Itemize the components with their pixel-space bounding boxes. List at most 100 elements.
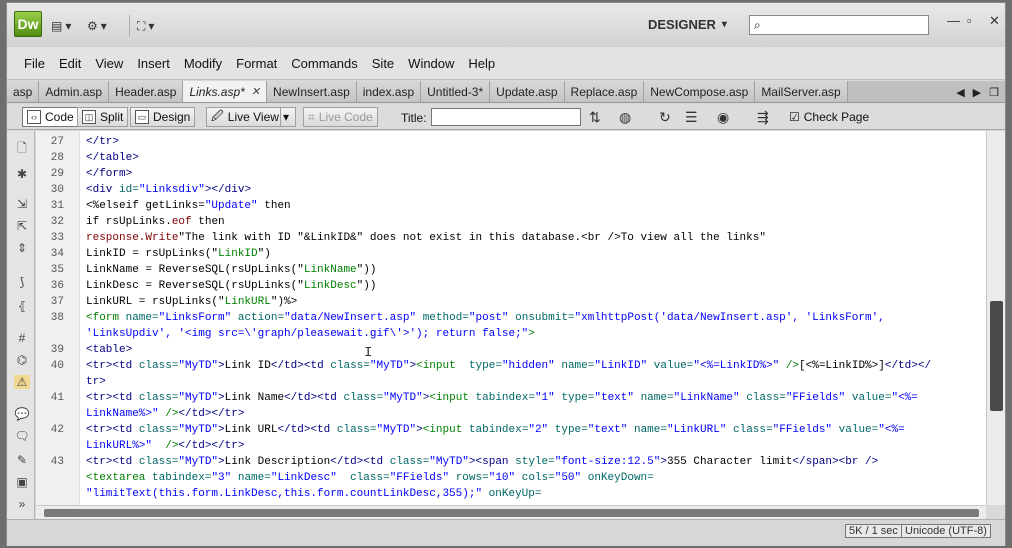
code-token: </table> (86, 152, 139, 164)
code-token: name= (633, 392, 674, 404)
code-token: Link Name (224, 392, 285, 404)
live-code-button[interactable]: ⌗ Live Code (303, 107, 378, 127)
recent-snippets-icon[interactable]: ▣ (14, 475, 30, 489)
select-parent-tag-icon[interactable]: ⟆ (14, 275, 30, 289)
split-view-button[interactable]: ◫ Split (77, 107, 129, 127)
menu-format[interactable]: Format (229, 56, 284, 71)
menu-site[interactable]: Site (365, 56, 401, 71)
balance-braces-icon[interactable]: ⦃ (14, 299, 30, 313)
menu-view[interactable]: View (88, 56, 130, 71)
collapse-selection-icon[interactable]: ⇱ (14, 219, 30, 233)
live-view-options-button[interactable]: ▾ (280, 107, 296, 127)
code-token: <input (429, 392, 476, 404)
preview-browser-icon[interactable]: ◍ (619, 109, 631, 126)
tab-scroll-right-icon[interactable]: ▶ (973, 86, 981, 99)
code-token: "hidden" (501, 360, 555, 372)
code-token: "post" (468, 312, 509, 324)
site-icon: ⛶ (137, 18, 146, 33)
code-text: LinkURL%>" /></td></tr> (86, 438, 244, 454)
design-view-button[interactable]: ▭ Design (130, 107, 196, 127)
code-token: eof (171, 216, 192, 228)
vertical-scrollbar[interactable] (986, 131, 1005, 505)
tab-newinsert-asp[interactable]: NewInsert.asp (267, 81, 357, 102)
restore-document-icon[interactable]: ❐ (989, 86, 999, 99)
search-input[interactable] (764, 18, 915, 32)
layout-button[interactable]: ▤ ▾ (51, 16, 71, 36)
remove-comment-icon[interactable]: 🗨 (14, 429, 30, 443)
menu-commands[interactable]: Commands (284, 56, 364, 71)
code-token: "MyTD" (178, 360, 219, 372)
close-tab-icon[interactable]: ✕ (251, 85, 260, 98)
wrap-tag-icon[interactable]: ✎ (14, 453, 30, 467)
code-token: LinkID (218, 248, 258, 260)
menu-modify[interactable]: Modify (177, 56, 229, 71)
status-bar: 5K / 1 sec Unicode (UTF-8) (7, 519, 1005, 546)
code-token: "Update" (204, 200, 258, 212)
tab-mailserver-asp[interactable]: MailServer.asp (755, 81, 848, 102)
vertical-scroll-thumb[interactable] (990, 301, 1003, 411)
live-view-button[interactable]: 🖉 Live View (206, 107, 284, 127)
encoding-status[interactable]: Unicode (UTF-8) (901, 524, 991, 538)
code-token: class= (336, 424, 377, 436)
menu-help[interactable]: Help (461, 56, 502, 71)
tab-newcompose-asp[interactable]: NewCompose.asp (644, 81, 756, 102)
menu-edit[interactable]: Edit (52, 56, 88, 71)
tab-update-asp[interactable]: Update.asp (490, 81, 565, 102)
code-text: <table> (86, 342, 132, 358)
code-token: LinkURL%>" (86, 440, 153, 452)
tab-asp[interactable]: asp (7, 81, 40, 102)
tab-list: asp Admin.asp Header.asp Links.asp* ✕ NewInse… (7, 81, 848, 102)
code-text: </form> (86, 166, 132, 182)
code-token: <tr><td (86, 360, 139, 372)
code-token: class= (138, 360, 179, 372)
menu-insert[interactable]: Insert (130, 56, 177, 71)
maximize-icon[interactable]: ▫ (967, 13, 972, 28)
highlight-invalid-icon[interactable]: ⌬ (14, 353, 30, 367)
code-token: "FFields" (785, 392, 846, 404)
site-button[interactable]: ⛶ ▾ (137, 16, 154, 36)
code-token: onKeyDown= (581, 472, 654, 484)
document-title-input[interactable] (431, 108, 581, 126)
tab-header-asp[interactable]: Header.asp (109, 81, 184, 102)
code-token: <div (86, 184, 120, 196)
horizontal-scroll-thumb[interactable] (44, 509, 979, 517)
tab-links-asp[interactable]: Links.asp* ✕ (183, 81, 268, 102)
workspace-switcher[interactable]: DESIGNER ▾ (648, 17, 727, 32)
menu-file[interactable]: File (17, 56, 52, 71)
apply-comment-icon[interactable]: 💬 (14, 407, 30, 421)
code-view-button[interactable]: ‹› Code (22, 107, 79, 127)
refresh-icon[interactable]: ↻ (659, 109, 671, 126)
tab-replace-asp[interactable]: Replace.asp (564, 81, 645, 102)
minimize-icon[interactable]: — (947, 13, 960, 28)
tab-label: Header.asp (115, 84, 177, 99)
menu-window[interactable]: Window (401, 56, 461, 71)
file-management-icon[interactable]: ⇅ (589, 109, 601, 126)
close-icon[interactable]: ✕ (989, 13, 1000, 29)
code-editor[interactable]: 27 </tr> 28 </table> 29 </form> 30 <div id="Lin… (36, 131, 986, 505)
line-number: 37 (50, 296, 64, 308)
visual-aids-icon[interactable]: ◉ (717, 109, 729, 126)
extend-button[interactable]: ⚙ ▾ (87, 16, 107, 36)
code-token: > (660, 456, 667, 468)
syntax-error-icon[interactable]: ⚠ (14, 375, 30, 389)
tab-admin-asp[interactable]: Admin.asp (39, 81, 110, 102)
line-number: 43 (50, 456, 64, 468)
show-code-navigator-icon[interactable]: ✱ (14, 167, 30, 181)
chevron-down-icon[interactable]: » (14, 497, 30, 511)
help-search[interactable]: ⌕ (749, 15, 929, 35)
tab-index-asp[interactable]: index.asp (356, 81, 422, 102)
code-token: LinkName = ReverseSQL(rsUpLinks(" (86, 264, 304, 276)
tab-label: Untitled-3* (427, 84, 484, 99)
open-documents-icon[interactable]: 🗋 (14, 141, 30, 155)
expand-all-icon[interactable]: ⇕ (14, 241, 30, 255)
line-numbers-icon[interactable]: # (14, 331, 30, 345)
code-token: "LinkDesc" (270, 472, 337, 484)
code-token: > (218, 360, 225, 372)
tab-untitled-3[interactable]: Untitled-3* (421, 81, 491, 102)
validate-icon[interactable]: ⇶ (757, 109, 769, 126)
horizontal-scrollbar[interactable] (36, 505, 986, 519)
check-page-button[interactable]: ☑ Check Page (785, 107, 873, 127)
view-options-icon[interactable]: ☰ (685, 109, 698, 126)
collapse-full-tag-icon[interactable]: ⇲ (14, 197, 30, 211)
tab-scroll-left-icon[interactable]: ◀ (956, 86, 964, 99)
